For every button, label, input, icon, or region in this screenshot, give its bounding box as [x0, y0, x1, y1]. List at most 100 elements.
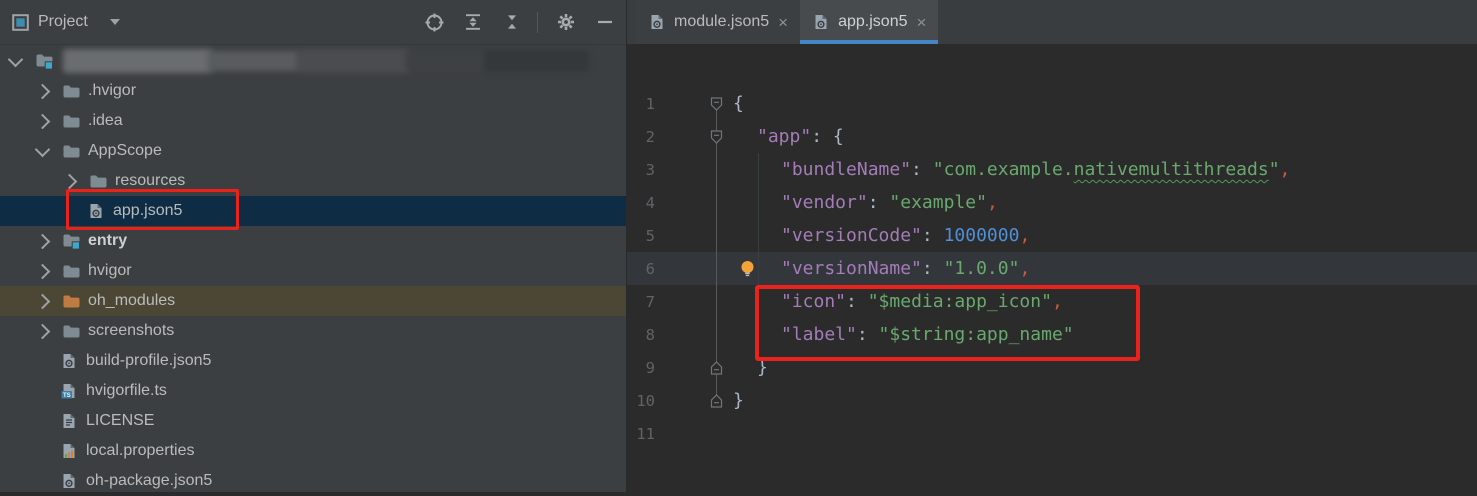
line-number[interactable]: 9 [627, 359, 655, 377]
fold-start-marker-icon[interactable] [710, 129, 723, 144]
fold-connector-line [716, 153, 717, 186]
tab-app-json5[interactable]: app.json5 × [800, 0, 938, 44]
intention-bulb-icon[interactable] [739, 260, 756, 278]
chevron-down-icon[interactable] [110, 19, 120, 25]
fold-connector-line [716, 252, 717, 285]
tree-row-resources[interactable]: resources [0, 166, 626, 196]
fold-gutter[interactable] [655, 384, 727, 417]
settings-gear-button[interactable] [555, 11, 577, 33]
tree-item-label: hvigorfile.ts [86, 382, 167, 400]
collapse-all-button[interactable] [501, 11, 523, 33]
fold-gutter[interactable] [655, 285, 727, 318]
fold-start-marker-icon[interactable] [710, 96, 723, 111]
fold-gutter[interactable] [655, 120, 727, 153]
chevron-right-icon[interactable] [35, 83, 51, 99]
hide-panel-button[interactable] [594, 11, 616, 33]
code-area[interactable]: 1{2"app": {3"bundleName": "com.example.n… [627, 44, 1477, 450]
token-colon: : [811, 126, 833, 147]
line-number[interactable]: 2 [627, 128, 655, 146]
line-number[interactable]: 4 [627, 194, 655, 212]
tab-module-json5[interactable]: module.json5 × [636, 0, 800, 44]
code-line-7: 7 "icon": "$media:app_icon", [627, 285, 1477, 318]
text-file-icon [59, 412, 79, 430]
fold-end-marker-icon[interactable] [710, 360, 723, 375]
line-number[interactable]: 8 [627, 326, 655, 344]
token-colon: : [846, 291, 868, 312]
tree-row-project-root[interactable] [0, 46, 626, 76]
tree-row-local-properties[interactable]: local.properties [0, 436, 626, 466]
token-key: "label" [781, 324, 857, 345]
tree-row-oh-modules[interactable]: oh_modules [0, 286, 626, 316]
properties-file-icon [59, 442, 79, 460]
token-colon: : [911, 159, 933, 180]
code-line-9: 9} [627, 351, 1477, 384]
fold-gutter[interactable] [655, 318, 727, 351]
token-key: "bundleName" [781, 159, 911, 180]
token-key: "versionName" [781, 258, 922, 279]
line-number[interactable]: 1 [627, 95, 655, 113]
close-tab-icon[interactable]: × [914, 14, 930, 31]
fold-gutter[interactable] [655, 87, 727, 120]
fold-gutter[interactable] [655, 186, 727, 219]
line-number[interactable]: 11 [627, 425, 655, 443]
editor-body[interactable]: 1{2"app": {3"bundleName": "com.example.n… [627, 44, 1477, 492]
line-number[interactable]: 10 [627, 392, 655, 410]
fold-gutter[interactable] [655, 252, 727, 285]
json5-file-icon [648, 13, 666, 31]
chevron-right-icon[interactable] [35, 113, 51, 129]
indent-guide [758, 318, 759, 351]
token-brace: } [757, 357, 768, 378]
tree-row-screenshots[interactable]: screenshots [0, 316, 626, 346]
code-line-1: 1{ [627, 87, 1477, 120]
expand-all-button[interactable] [462, 11, 484, 33]
token-comma: , [1280, 159, 1291, 180]
project-panel-header: Project [0, 0, 626, 45]
tree-row-entry[interactable]: entry [0, 226, 626, 256]
tree-row-hvigor[interactable]: hvigor [0, 256, 626, 286]
code-text: "icon": "$media:app_icon", [727, 291, 1063, 312]
editor-tab-bar: module.json5 × app.json5 × [627, 0, 1477, 44]
tree-item-label: local.properties [86, 442, 195, 460]
tree-row--hvigor[interactable]: .hvigor [0, 76, 626, 106]
indent-guide [758, 153, 759, 186]
tree-row-hvigorfile-ts[interactable]: TS hvigorfile.ts [0, 376, 626, 406]
code-line-8: 8"label": "$string:app_name" [627, 318, 1477, 351]
editor-area: module.json5 × app.json5 × 1{2"app": {3"… [627, 0, 1477, 492]
tree-row-app-json5[interactable]: app.json5 [0, 196, 626, 226]
token-string: nativemultithreads [1074, 159, 1269, 180]
select-opened-file-button[interactable] [423, 11, 445, 33]
tree-row-license[interactable]: LICENSE [0, 406, 626, 436]
fold-gutter[interactable] [655, 417, 727, 450]
chevron-right-icon[interactable] [62, 173, 78, 189]
tree-item-label: app.json5 [113, 202, 182, 220]
fold-gutter[interactable] [655, 351, 727, 384]
tree-item-label: .hvigor [88, 82, 136, 100]
chevron-down-icon[interactable] [35, 141, 51, 157]
chevron-right-icon[interactable] [35, 323, 51, 339]
fold-gutter[interactable] [655, 153, 727, 186]
ts-file-icon: TS [59, 382, 79, 400]
folder-icon [88, 172, 108, 190]
chevron-down-icon[interactable] [8, 51, 24, 67]
line-number[interactable]: 5 [627, 227, 655, 245]
chevron-right-icon[interactable] [35, 293, 51, 309]
token-string: "example" [889, 192, 987, 213]
tree-row--idea[interactable]: .idea [0, 106, 626, 136]
code-line-6: 6"versionName": "1.0.0", [627, 252, 1477, 285]
line-number[interactable]: 6 [627, 260, 655, 278]
line-number[interactable]: 3 [627, 161, 655, 179]
json5-file-icon [59, 352, 79, 370]
tree-row-build-profile-json5[interactable]: build-profile.json5 [0, 346, 626, 376]
fold-end-marker-icon[interactable] [710, 393, 723, 408]
token-number: 1000000 [944, 225, 1020, 246]
close-tab-icon[interactable]: × [775, 14, 791, 31]
tree-row-appscope[interactable]: AppScope [0, 136, 626, 166]
code-line-4: 4"vendor": "example", [627, 186, 1477, 219]
chevron-right-icon[interactable] [35, 233, 51, 249]
chevron-right-icon[interactable] [35, 263, 51, 279]
project-view-selector[interactable]: Project [38, 13, 88, 31]
token-string: " [1269, 159, 1280, 180]
fold-connector-line [716, 318, 717, 351]
line-number[interactable]: 7 [627, 293, 655, 311]
fold-gutter[interactable] [655, 219, 727, 252]
